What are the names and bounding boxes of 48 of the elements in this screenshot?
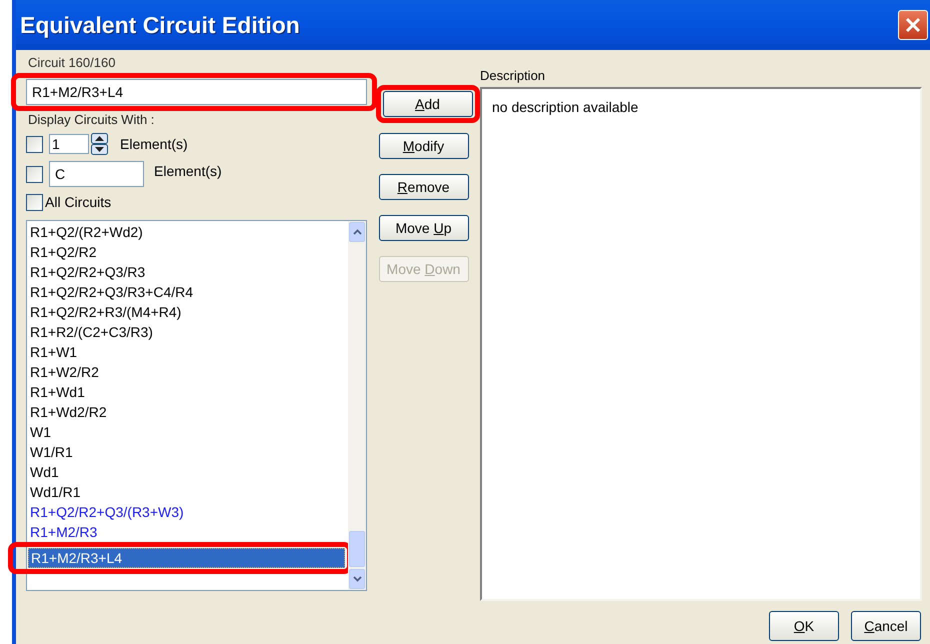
spinner-arrows-icon[interactable]	[91, 133, 108, 155]
count-field[interactable]: 1	[49, 134, 89, 154]
circuit-list-item[interactable]: R1+Q2/R2+R3/(M4+R4)	[28, 302, 348, 322]
circuit-field[interactable]: R1+M2/R3+L4	[26, 79, 367, 105]
circuit-list-item[interactable]: W1/R1	[28, 442, 348, 462]
close-icon	[905, 17, 921, 33]
count-unit: Element(s)	[120, 134, 188, 154]
circuit-list-item[interactable]: R1+Wd1	[28, 382, 348, 402]
scroll-down-button[interactable]	[349, 569, 365, 589]
circuit-list-item[interactable]: R1+Q2/R2+Q3/R3	[28, 262, 348, 282]
element-field[interactable]: C	[49, 161, 144, 187]
circuit-list-item[interactable]: R1+Q2/R2	[28, 242, 348, 262]
circuit-list-item[interactable]: R1+Wd2/R2	[28, 402, 348, 422]
description-text: no description available	[492, 99, 638, 115]
description-label: Description	[480, 67, 546, 85]
circuit-label: Circuit 160/160	[27, 54, 116, 72]
circuit-list-item[interactable]: W1	[28, 422, 348, 442]
circuit-list-item[interactable]: R1+W2/R2	[28, 362, 348, 382]
scrollbar[interactable]	[348, 221, 366, 590]
circuit-list-item[interactable]: R1+Q2/R2+Q3/(R3+W3)	[28, 502, 348, 522]
dialog-button[interactable]: OK	[769, 611, 839, 641]
all-circuits-label[interactable]: All Circuits	[45, 192, 112, 213]
action-button[interactable]: Add	[382, 91, 472, 117]
circuit-list-item[interactable]: R1+M2/R3	[28, 522, 348, 542]
close-button[interactable]	[898, 10, 928, 40]
checkbox[interactable]	[26, 166, 43, 183]
circuit-list-item[interactable]: R1+R2/(C2+C3/R3)	[28, 322, 348, 342]
circuit-list-item[interactable]: Wd1	[28, 462, 348, 482]
circuit-list-item[interactable]: R1+Q2/(R2+Wd2)	[28, 222, 348, 242]
checkbox[interactable]	[26, 194, 43, 211]
action-button[interactable]: Remove	[378, 174, 468, 200]
action-button[interactable]: Modify	[378, 133, 468, 159]
scroll-thumb[interactable]	[349, 531, 365, 567]
element-unit: Element(s)	[154, 162, 222, 181]
circuit-list-item[interactable]: R1+Q2/R2+Q3/R3+C4/R4	[28, 282, 348, 302]
circuit-list-item[interactable]: R1+M2/R3+L4	[28, 548, 345, 568]
caret-down-icon	[352, 576, 362, 582]
filter-label: Display Circuits With :	[27, 111, 156, 129]
action-button[interactable]: Move Up	[378, 215, 468, 241]
caret-up-icon	[352, 229, 362, 235]
dialog-button[interactable]: Cancel	[851, 611, 921, 641]
circuit-list-item[interactable]: R1+W1	[28, 342, 348, 362]
checkbox[interactable]	[26, 136, 43, 152]
circuit-list-item[interactable]: Wd1/R1	[28, 482, 348, 502]
scroll-up-button[interactable]	[349, 222, 365, 242]
count-spinner[interactable]: 1	[49, 133, 108, 155]
description-box[interactable]: no description available	[480, 87, 922, 601]
window-title: Equivalent Circuit Edition	[20, 10, 300, 40]
